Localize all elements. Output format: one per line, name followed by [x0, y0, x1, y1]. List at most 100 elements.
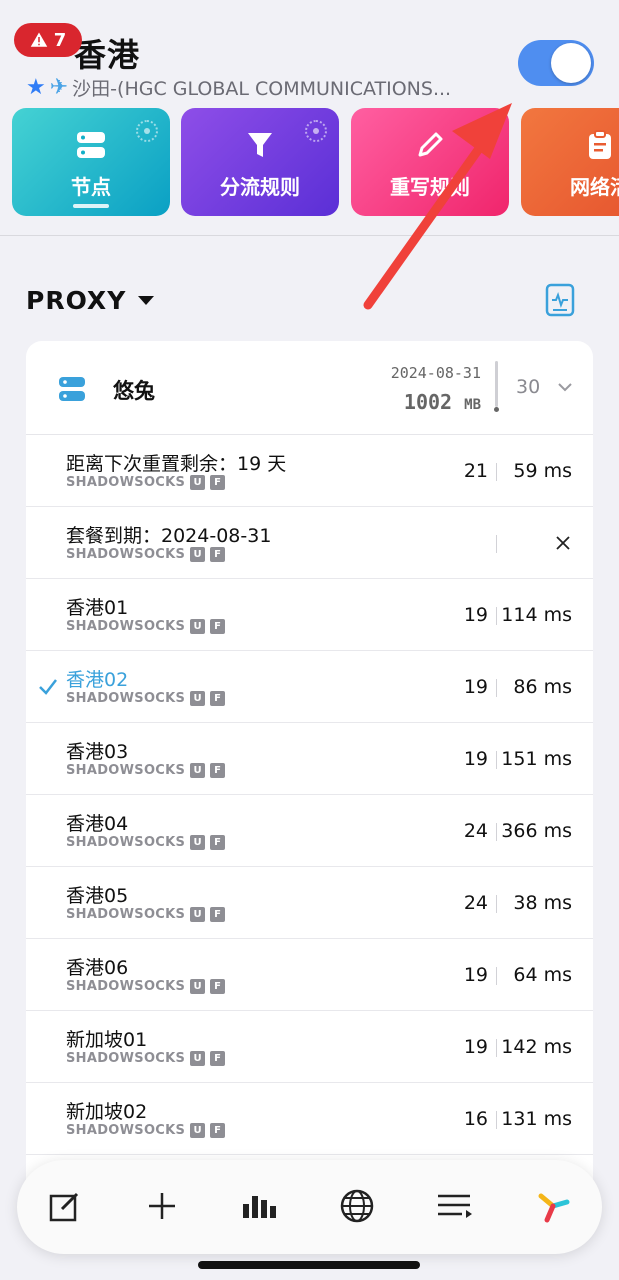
bar-chart-icon[interactable]	[238, 1184, 282, 1228]
node-name: 香港01	[66, 597, 129, 619]
server-icon	[71, 125, 111, 165]
node-latency[interactable]: 59 ms	[496, 460, 572, 482]
group-name: 悠兔	[113, 379, 155, 403]
node-row[interactable]: 香港02 SHADOWSOCKS U F 19 86 ms	[26, 651, 593, 723]
node-row[interactable]: 新加坡01 SHADOWSOCKS U F 19 142 ms	[26, 1011, 593, 1083]
protocol-tag: U	[190, 1051, 206, 1066]
node-protocol: SHADOWSOCKS U F	[66, 1123, 226, 1138]
node-name: 香港03	[66, 741, 129, 763]
node-protocol: SHADOWSOCKS U F	[66, 835, 226, 850]
protocol-tag: U	[190, 619, 206, 634]
activity-doc-icon[interactable]	[545, 283, 575, 317]
node-protocol: SHADOWSOCKS U F	[66, 691, 226, 706]
protocol-tag: U	[190, 547, 206, 562]
alert-badge[interactable]: 7	[14, 23, 82, 57]
node-number: 19	[463, 748, 488, 770]
protocol-tag: F	[210, 979, 226, 994]
tile-nodes[interactable]: 节点	[12, 108, 170, 216]
node-latency[interactable]: 38 ms	[496, 892, 572, 914]
protocol-tag: F	[210, 547, 226, 562]
globe-icon[interactable]	[335, 1184, 379, 1228]
edit-icon[interactable]	[43, 1184, 87, 1228]
node-latency[interactable]: 151 ms	[496, 748, 572, 770]
node-row[interactable]: 香港05 SHADOWSOCKS U F 24 38 ms	[26, 867, 593, 939]
protocol-tag: F	[210, 1123, 226, 1138]
node-row[interactable]: 香港06 SHADOWSOCKS U F 19 64 ms	[26, 939, 593, 1011]
node-name: 新加坡02	[66, 1101, 148, 1123]
separator	[496, 535, 497, 553]
tile-rewrite[interactable]: 重写规则	[351, 108, 509, 216]
node-count: 30	[516, 376, 541, 398]
node-latency[interactable]: 366 ms	[496, 820, 572, 842]
node-number: 16	[463, 1108, 488, 1130]
protocol-tag: U	[190, 475, 206, 490]
protocol-tag: F	[210, 475, 226, 490]
node-protocol: SHADOWSOCKS U F	[66, 547, 226, 562]
tile-label: 网络活	[570, 174, 619, 199]
usage-bar	[495, 361, 498, 407]
warning-icon	[30, 32, 47, 47]
node-number: 19	[463, 676, 488, 698]
node-protocol: SHADOWSOCKS U F	[66, 619, 226, 634]
protocol-tag: F	[210, 835, 226, 850]
tile-rules[interactable]: 分流规则	[181, 108, 339, 216]
node-row[interactable]: 套餐到期：2024-08-31 SHADOWSOCKS U F	[26, 507, 593, 579]
node-row[interactable]: 距离下次重置剩余：19 天 SHADOWSOCKS U F 21 59 ms	[26, 435, 593, 507]
plus-icon[interactable]	[140, 1184, 184, 1228]
node-number: 19	[463, 604, 488, 626]
divider	[0, 235, 619, 236]
checkmark-icon	[39, 679, 57, 695]
vpn-toggle[interactable]	[518, 40, 594, 86]
pencil-icon	[410, 125, 450, 165]
node-row[interactable]: 香港03 SHADOWSOCKS U F 19 151 ms	[26, 723, 593, 795]
section-title: PROXY	[26, 286, 127, 315]
protocol-tag: F	[210, 763, 226, 778]
tile-label: 重写规则	[390, 174, 470, 199]
star-icon: ★	[26, 75, 46, 100]
node-latency[interactable]: 142 ms	[496, 1036, 572, 1058]
usage-dot	[494, 407, 499, 412]
protocol-tag: U	[190, 979, 206, 994]
node-name: 香港05	[66, 885, 129, 907]
airplane-icon: ✈	[49, 75, 69, 100]
node-name: 香港06	[66, 957, 129, 979]
policy-group-selector[interactable]: PROXY	[26, 286, 155, 315]
tile-label: 分流规则	[220, 174, 300, 199]
node-number: 19	[463, 1036, 488, 1058]
node-latency[interactable]: 86 ms	[496, 676, 572, 698]
caret-down-icon	[138, 296, 155, 305]
node-protocol: SHADOWSOCKS U F	[66, 1051, 226, 1066]
home-indicator	[198, 1261, 420, 1269]
current-node-subtitle[interactable]: ★ ✈ 沙田-(HGC GLOBAL COMMUNICATIONS...	[26, 74, 496, 101]
protocol-tag: U	[190, 835, 206, 850]
node-number: 19	[463, 964, 488, 986]
node-row[interactable]: 新加坡02 SHADOWSOCKS U F 16 131 ms	[26, 1083, 593, 1155]
close-icon[interactable]	[554, 534, 572, 552]
node-row[interactable]: 香港04 SHADOWSOCKS U F 24 366 ms	[26, 795, 593, 867]
node-latency[interactable]: 131 ms	[496, 1108, 572, 1130]
subscription-usage: 1002 MB	[403, 390, 481, 414]
node-name: 香港02	[66, 669, 129, 691]
node-number: 24	[463, 820, 488, 842]
app-logo-icon[interactable]	[531, 1184, 575, 1228]
chevron-down-icon[interactable]	[557, 379, 573, 395]
active-underline	[73, 204, 109, 208]
node-row[interactable]: 香港01 SHADOWSOCKS U F 19 114 ms	[26, 579, 593, 651]
tile-network[interactable]: 网络活	[521, 108, 619, 216]
alert-count: 7	[53, 29, 67, 51]
clipboard-icon	[580, 125, 619, 165]
node-latency[interactable]: 64 ms	[496, 964, 572, 986]
group-header[interactable]: 悠兔 2024-08-31 1002 MB 30	[26, 341, 593, 435]
protocol-tag: F	[210, 1051, 226, 1066]
feature-tiles: 节点 分流规则 重写规则 网络活	[0, 108, 619, 216]
server-icon	[59, 377, 85, 401]
proxy-group-card: 悠兔 2024-08-31 1002 MB 30 距离下次重置剩余：19 天 SH…	[26, 341, 593, 1201]
node-protocol: SHADOWSOCKS U F	[66, 763, 226, 778]
list-icon[interactable]	[433, 1184, 477, 1228]
tile-indicator-icon	[136, 120, 158, 142]
toggle-knob	[551, 43, 591, 83]
node-latency[interactable]: 114 ms	[496, 604, 572, 626]
protocol-tag: F	[210, 691, 226, 706]
subtitle-text: 沙田-(HGC GLOBAL COMMUNICATIONS...	[72, 78, 452, 100]
node-name: 香港04	[66, 813, 129, 835]
